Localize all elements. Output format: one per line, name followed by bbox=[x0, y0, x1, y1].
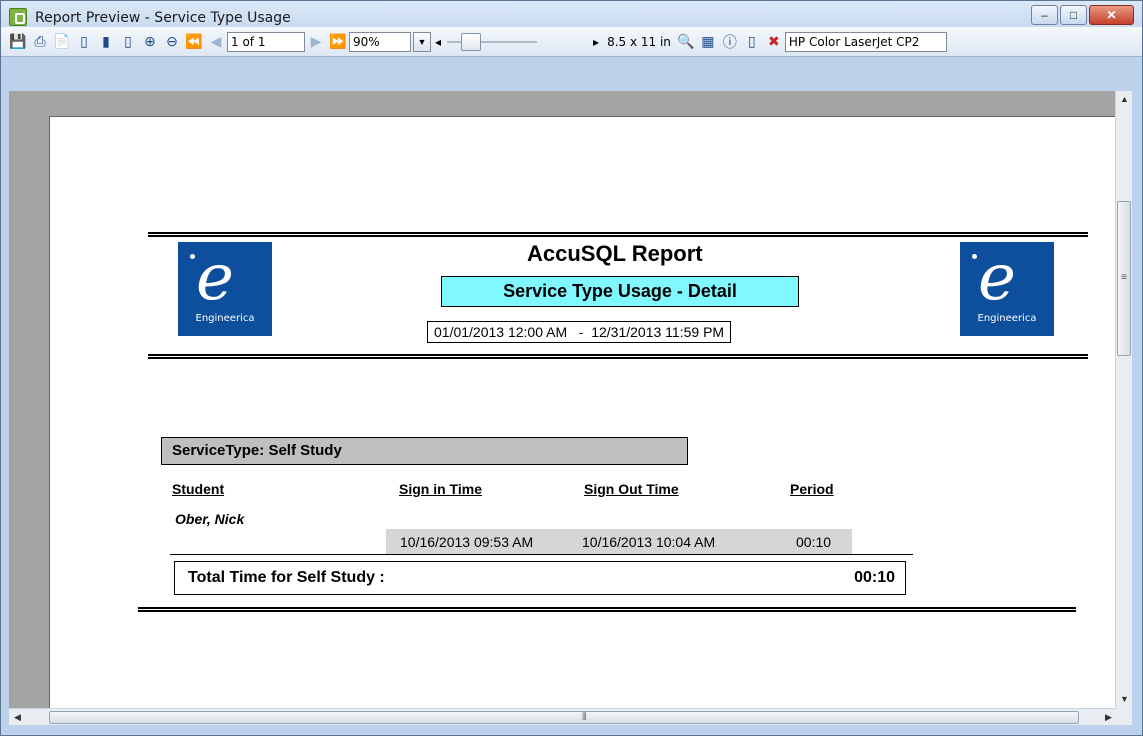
report-subtitle: Service Type Usage - Detail bbox=[441, 276, 799, 307]
maximize-button[interactable]: □ bbox=[1060, 5, 1087, 25]
thumbnails-icon[interactable]: ▦ bbox=[697, 31, 719, 53]
period-value: 00:10 bbox=[796, 534, 832, 550]
column-header-student: Student bbox=[172, 481, 225, 497]
report-title: AccuSQL Report bbox=[527, 241, 703, 266]
single-page-icon[interactable]: ▯ bbox=[73, 31, 95, 53]
column-header-sign-in: Sign in Time bbox=[399, 481, 482, 497]
window-title: Report Preview - Service Type Usage bbox=[35, 10, 291, 26]
printer-select[interactable]: HP Color LaserJet CP2 bbox=[784, 31, 947, 52]
horizontal-scroll-thumb[interactable]: ⦀ bbox=[49, 711, 1079, 724]
logo-e-glyph: e bbox=[196, 241, 234, 315]
logo-dot bbox=[190, 254, 195, 259]
zoom-slider-left-arrow[interactable]: ◂ bbox=[431, 35, 445, 49]
sign-in-time: 10/16/2013 09:53 AM bbox=[400, 534, 534, 550]
find-icon[interactable]: 🔍 bbox=[675, 31, 697, 53]
column-header-period: Period bbox=[790, 481, 834, 497]
logo-caption: Engineerica bbox=[195, 313, 255, 324]
report-page: e Engineerica e Engineerica AccuSQL Repo… bbox=[49, 116, 1117, 708]
header-top-rule bbox=[148, 232, 1088, 237]
prev-page-icon[interactable]: ◀ bbox=[205, 31, 227, 53]
footer-rule bbox=[138, 607, 1076, 612]
help-icon[interactable]: ⓘ bbox=[719, 31, 741, 53]
report-preview-window: Report Preview - Service Type Usage – □ … bbox=[0, 0, 1143, 736]
scroll-left-arrow-icon[interactable]: ◀ bbox=[9, 709, 26, 726]
minimize-button[interactable]: – bbox=[1031, 5, 1058, 25]
grip-icon: ⦀ bbox=[582, 712, 587, 723]
horizontal-scrollbar[interactable]: ◀ ⦀ ▶ bbox=[9, 708, 1117, 725]
app-icon bbox=[9, 8, 27, 26]
engineerica-logo-left: e Engineerica bbox=[178, 242, 272, 336]
zoom-slider[interactable] bbox=[447, 32, 538, 52]
total-box: Total Time for Self Study : 00:10 bbox=[174, 561, 906, 595]
last-page-icon[interactable]: ⏩ bbox=[327, 31, 349, 53]
total-value: 00:10 bbox=[854, 569, 895, 586]
logo-e-glyph: e bbox=[978, 241, 1016, 315]
column-header-sign-out: Sign Out Time bbox=[584, 481, 679, 497]
first-page-icon[interactable]: ⏪ bbox=[183, 31, 205, 53]
chevron-down-icon[interactable]: ▼ bbox=[413, 31, 431, 52]
scroll-down-arrow-icon[interactable]: ▼ bbox=[1116, 691, 1133, 708]
four-page-icon[interactable]: ▯ bbox=[117, 31, 139, 53]
print-icon[interactable]: ⎙ bbox=[29, 31, 51, 53]
page-indicator-input[interactable]: 1 of 1 bbox=[227, 31, 305, 52]
service-type-header: ServiceType: Self Study bbox=[161, 437, 688, 465]
resize-grip-icon[interactable] bbox=[1115, 708, 1132, 725]
vertical-scroll-thumb[interactable]: ≡ bbox=[1117, 201, 1131, 356]
save-icon[interactable]: 💾 bbox=[7, 31, 29, 53]
export-pdf-icon[interactable]: ✖ bbox=[763, 31, 785, 53]
header-bottom-rule bbox=[148, 354, 1088, 359]
student-name: Ober, Nick bbox=[175, 511, 245, 527]
slider-thumb[interactable] bbox=[461, 32, 482, 51]
scroll-up-arrow-icon[interactable]: ▲ bbox=[1116, 91, 1133, 108]
two-page-icon[interactable]: ▮ bbox=[95, 31, 117, 53]
logo-caption: Engineerica bbox=[977, 313, 1037, 324]
preview-area[interactable]: e Engineerica e Engineerica AccuSQL Repo… bbox=[9, 91, 1117, 708]
service-type-value: Self Study bbox=[268, 442, 342, 459]
next-page-icon[interactable]: ▶ bbox=[305, 31, 327, 53]
toolbar: 💾 ⎙ 📄 ▯ ▮ ▯ ⊕ ⊖ ⏪ ◀ 1 of 1 ▶ ⏩ 90% ▼ ◂ ▸… bbox=[1, 27, 1142, 57]
new-icon[interactable]: ▯ bbox=[741, 31, 763, 53]
print-setup-icon[interactable]: 📄 bbox=[51, 31, 73, 53]
row-divider bbox=[170, 554, 913, 555]
zoom-slider-right-arrow[interactable]: ▸ bbox=[589, 35, 603, 49]
close-button[interactable]: ✕ bbox=[1089, 5, 1134, 25]
vertical-scrollbar[interactable]: ▲ ≡ ▼ bbox=[1115, 91, 1132, 708]
logo-dot bbox=[972, 254, 977, 259]
service-type-label: ServiceType: bbox=[172, 442, 265, 459]
window-controls: – □ ✕ bbox=[1031, 5, 1134, 25]
paper-size-label: 8.5 x 11 in bbox=[607, 34, 671, 49]
grip-icon: ≡ bbox=[1121, 272, 1127, 283]
engineerica-logo-right: e Engineerica bbox=[960, 242, 1054, 336]
date-range: 01/01/2013 12:00 AM - 12/31/2013 11:59 P… bbox=[427, 321, 732, 343]
sign-out-time: 10/16/2013 10:04 AM bbox=[582, 534, 716, 550]
table-row: 10/16/2013 09:53 AM 10/16/2013 10:04 AM … bbox=[386, 529, 852, 554]
zoom-out-icon[interactable]: ⊖ bbox=[161, 31, 183, 53]
zoom-in-icon[interactable]: ⊕ bbox=[139, 31, 161, 53]
zoom-select[interactable]: 90% bbox=[349, 31, 411, 52]
total-label: Total Time for Self Study : bbox=[188, 569, 385, 586]
